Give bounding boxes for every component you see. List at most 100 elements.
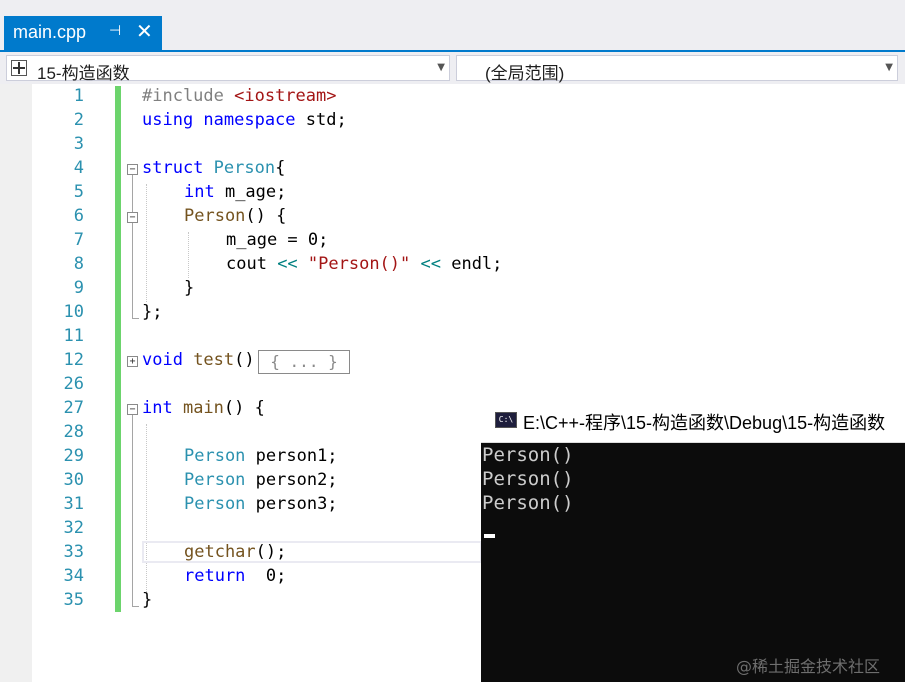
tab-label: main.cpp <box>13 22 87 42</box>
operator: << <box>420 254 441 274</box>
code-text: endl; <box>440 254 503 274</box>
line-number: 4 <box>73 158 84 178</box>
fold-end <box>132 318 139 319</box>
code-line: cout << "Person()" << endl; <box>226 254 502 274</box>
code-text: person1; <box>245 446 338 466</box>
line-number: 33 <box>63 542 84 562</box>
line-number: 8 <box>73 254 84 274</box>
close-icon[interactable]: ✕ <box>136 19 153 43</box>
code-text: () { <box>223 398 265 418</box>
line-number: 5 <box>73 182 84 202</box>
code-text: { <box>275 158 286 178</box>
code-line: int main() { <box>142 398 265 418</box>
code-line: void test() <box>142 350 255 370</box>
code-line: Person() { <box>184 206 286 226</box>
code-text: () { <box>245 206 287 226</box>
line-number: 11 <box>63 326 84 346</box>
indent-guide <box>188 232 189 278</box>
line-number: 29 <box>63 446 84 466</box>
project-icon <box>11 60 27 76</box>
line-number: 35 <box>63 590 84 610</box>
function-name: Person <box>184 206 246 226</box>
fold-end <box>132 606 139 607</box>
keyword: struct <box>142 158 214 178</box>
keyword: int <box>142 398 173 418</box>
line-number: 12 <box>63 350 84 370</box>
code-text: (); <box>255 542 287 562</box>
console-title-bar[interactable]: C:\ E:\C++-程序\15-构造函数\Debug\15-构造函数 <box>481 399 905 443</box>
code-line: return 0; <box>184 566 286 586</box>
chevron-down-icon: ▼ <box>885 62 893 73</box>
string-literal: "Person()" <box>297 254 421 274</box>
code-line: } <box>184 278 195 298</box>
code-line: using namespace std; <box>142 110 347 130</box>
code-line: m_age = 0; <box>226 230 329 250</box>
line-number: 32 <box>63 518 84 538</box>
code-text: () <box>234 350 255 370</box>
type-name: Person <box>213 158 276 178</box>
keyword: return <box>184 566 246 586</box>
project-scope-dropdown[interactable]: 15-构造函数 ▼ <box>6 55 450 83</box>
change-tracking-bar <box>115 86 121 612</box>
console-output-line: Person() <box>482 468 574 490</box>
collapse-icon[interactable]: − <box>127 164 138 175</box>
pin-icon[interactable]: ⊣ <box>109 23 121 39</box>
line-number: 9 <box>73 278 84 298</box>
type-name: Person <box>184 446 246 466</box>
line-number: 7 <box>73 230 84 250</box>
line-number: 34 <box>63 566 84 586</box>
code-line: Person person3; <box>184 494 338 514</box>
console-title: E:\C++-程序\15-构造函数\Debug\15-构造函数 <box>523 413 886 433</box>
collapse-icon[interactable]: − <box>127 404 138 415</box>
operator: << <box>277 254 298 274</box>
keyword: using namespace <box>142 110 296 130</box>
console-output-line: Person() <box>482 492 574 514</box>
code-line: getchar(); <box>184 542 286 562</box>
line-number: 1 <box>73 86 84 106</box>
line-number: 3 <box>73 134 84 154</box>
line-number: 28 <box>63 422 84 442</box>
code-line: struct Person{ <box>142 158 285 178</box>
type-name: Person <box>184 494 246 514</box>
indent-guide <box>146 424 147 592</box>
type-name: Person <box>184 470 246 490</box>
function-name: getchar <box>184 542 256 562</box>
expand-icon[interactable]: + <box>127 356 138 367</box>
code-line: Person person1; <box>184 446 338 466</box>
watermark: @稀土掘金技术社区 <box>736 657 881 676</box>
include-header: <iostream> <box>234 86 337 106</box>
code-line: #include <iostream> <box>142 86 336 106</box>
code-line: }; <box>142 302 163 322</box>
collapsed-block[interactable]: { ... } <box>258 350 350 374</box>
code-text: cout <box>226 254 278 274</box>
preprocessor-directive: #include <box>142 86 235 106</box>
console-cursor <box>484 534 495 538</box>
code-line: int m_age; <box>184 182 286 202</box>
code-text: person3; <box>245 494 338 514</box>
console-output-line: Person() <box>482 444 574 466</box>
code-text: 0; <box>245 566 287 586</box>
console-icon: C:\ <box>495 412 517 428</box>
line-number: 30 <box>63 470 84 490</box>
line-number: 27 <box>63 398 84 418</box>
tab-main-cpp[interactable]: main.cpp ⊣ ✕ <box>4 16 162 50</box>
code-text: person2; <box>245 470 338 490</box>
code-line: } <box>142 590 153 610</box>
fold-line <box>132 175 133 319</box>
code-text: std; <box>295 110 347 130</box>
line-number: 2 <box>73 110 84 130</box>
member-scope-dropdown[interactable]: (全局范围) ▼ <box>456 55 898 83</box>
console-window[interactable]: C:\ E:\C++-程序\15-构造函数\Debug\15-构造函数 Pers… <box>481 399 905 682</box>
line-number: 6 <box>73 206 84 226</box>
project-scope-label: 15-构造函数 <box>37 64 130 83</box>
line-number: 31 <box>63 494 84 514</box>
code-text: m_age; <box>214 182 287 202</box>
chevron-down-icon: ▼ <box>437 62 445 73</box>
collapse-icon[interactable]: − <box>127 212 138 223</box>
indicator-margin <box>0 84 32 682</box>
indent-guide <box>146 184 147 302</box>
member-scope-label: (全局范围) <box>485 64 565 83</box>
fold-line <box>132 415 133 607</box>
line-number: 26 <box>63 374 84 394</box>
navigation-bar: 15-构造函数 ▼ (全局范围) ▼ <box>0 50 905 84</box>
